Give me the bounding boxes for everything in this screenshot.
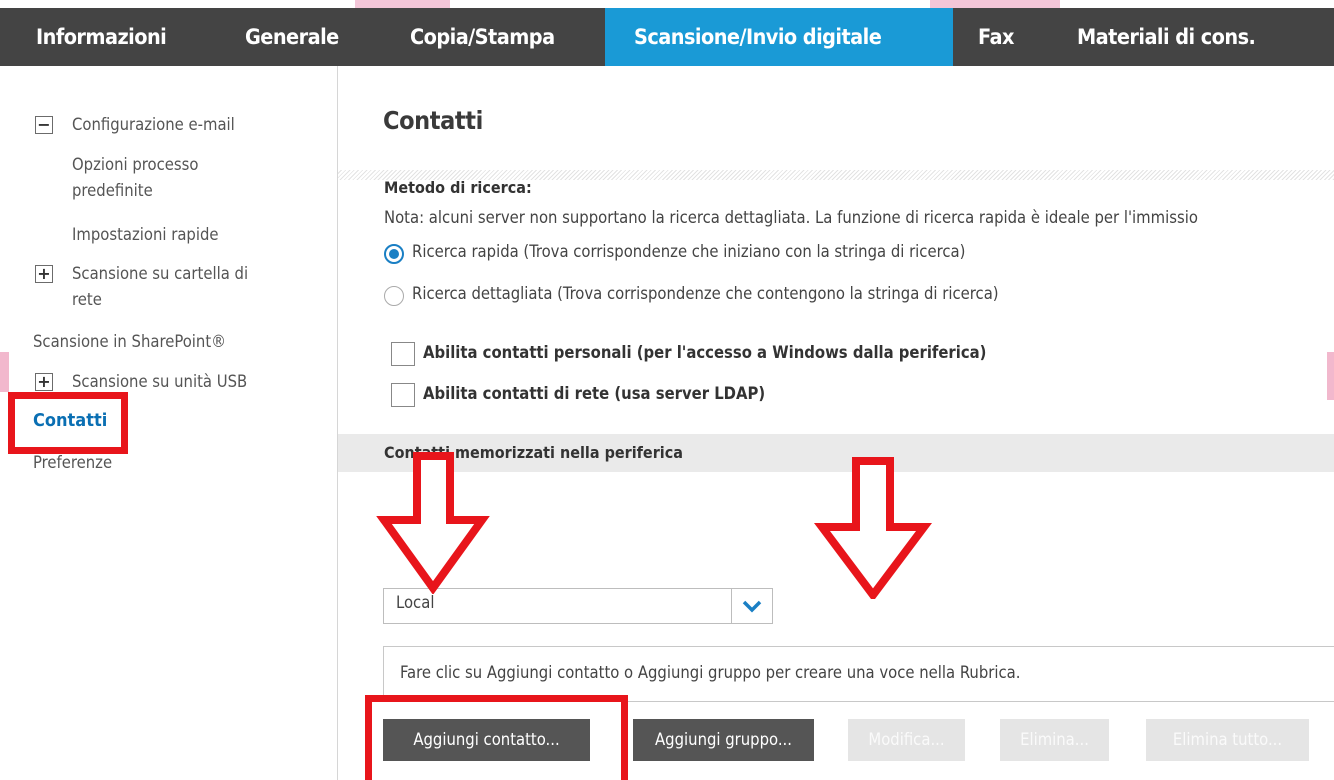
search-note: Nota: alcuni server non supportano la ri… bbox=[384, 208, 1198, 227]
tab-copia-stampa[interactable]: Copia/Stampa bbox=[410, 8, 555, 66]
sidebar-item-preferenze[interactable]: Preferenze bbox=[33, 451, 112, 475]
select-divider bbox=[731, 589, 732, 623]
pink-artifact-1 bbox=[355, 0, 450, 8]
sidebar-item-scansione-sharepoint[interactable]: Scansione in SharePoint® bbox=[33, 330, 226, 354]
collapse-icon[interactable]: − bbox=[35, 116, 53, 134]
sidebar-item-impostazioni-rapide[interactable]: Impostazioni rapide bbox=[72, 223, 219, 247]
sidebar-item-scansione-usb[interactable]: Scansione su unità USB bbox=[72, 370, 247, 394]
pink-artifact-2 bbox=[930, 0, 1060, 8]
expand-icon[interactable]: + bbox=[35, 373, 53, 391]
sidebar-item-opzioni-processo-line2[interactable]: predefinite bbox=[72, 179, 153, 203]
add-group-button[interactable]: Aggiungi gruppo... bbox=[633, 719, 814, 761]
tab-fax[interactable]: Fax bbox=[978, 8, 1014, 66]
pink-artifact-right bbox=[1327, 352, 1334, 400]
search-method-label: Metodo di ricerca: bbox=[384, 178, 532, 197]
edit-button[interactable]: Modifica... bbox=[848, 719, 965, 761]
tab-scansione-invio-digitale[interactable]: Scansione/Invio digitale bbox=[634, 8, 882, 66]
page-title: Contatti bbox=[383, 106, 483, 135]
address-book-list: Fare clic su Aggiungi contatto o Aggiung… bbox=[383, 646, 1334, 702]
tab-materiali-di-consumo[interactable]: Materiali di cons. bbox=[1077, 8, 1256, 66]
checkbox-personal-contacts[interactable] bbox=[391, 342, 415, 366]
tab-informazioni[interactable]: Informazioni bbox=[36, 8, 167, 66]
annotation-arrow-down-icon bbox=[376, 452, 490, 594]
empty-address-book-message: Fare clic su Aggiungi contatto o Aggiung… bbox=[400, 663, 1021, 682]
sidebar-item-scansione-cartella-line2[interactable]: rete bbox=[72, 288, 102, 312]
annotation-box-add-contact bbox=[365, 695, 628, 780]
radio-quick-search-label[interactable]: Ricerca rapida (Trova corrispondenze che… bbox=[412, 242, 965, 261]
delete-button[interactable]: Elimina... bbox=[1000, 719, 1109, 761]
annotation-box-contatti bbox=[8, 392, 128, 454]
expand-icon[interactable]: + bbox=[35, 265, 53, 283]
radio-detailed-search[interactable] bbox=[384, 286, 404, 306]
pink-artifact-left bbox=[0, 352, 9, 392]
radio-detailed-search-label[interactable]: Ricerca dettagliata (Trova corrispondenz… bbox=[412, 284, 999, 303]
sidebar-item-opzioni-processo-line1[interactable]: Opzioni processo bbox=[72, 153, 198, 177]
select-value: Local bbox=[396, 593, 435, 612]
chevron-down-icon bbox=[742, 600, 762, 613]
delete-all-button[interactable]: Elimina tutto... bbox=[1146, 719, 1309, 761]
sidebar-item-configurazione-email[interactable]: Configurazione e-mail bbox=[72, 113, 235, 137]
sidebar-item-scansione-cartella-line1[interactable]: Scansione su cartella di bbox=[72, 262, 248, 286]
checkbox-personal-contacts-label[interactable]: Abilita contatti personali (per l'access… bbox=[423, 343, 986, 362]
radio-quick-search[interactable] bbox=[384, 244, 404, 264]
tab-generale[interactable]: Generale bbox=[245, 8, 339, 66]
annotation-arrow-down-icon bbox=[814, 457, 932, 599]
top-strip bbox=[0, 0, 1334, 8]
checkbox-network-contacts[interactable] bbox=[391, 383, 415, 407]
checkbox-network-contacts-label[interactable]: Abilita contatti di rete (usa server LDA… bbox=[423, 384, 765, 403]
